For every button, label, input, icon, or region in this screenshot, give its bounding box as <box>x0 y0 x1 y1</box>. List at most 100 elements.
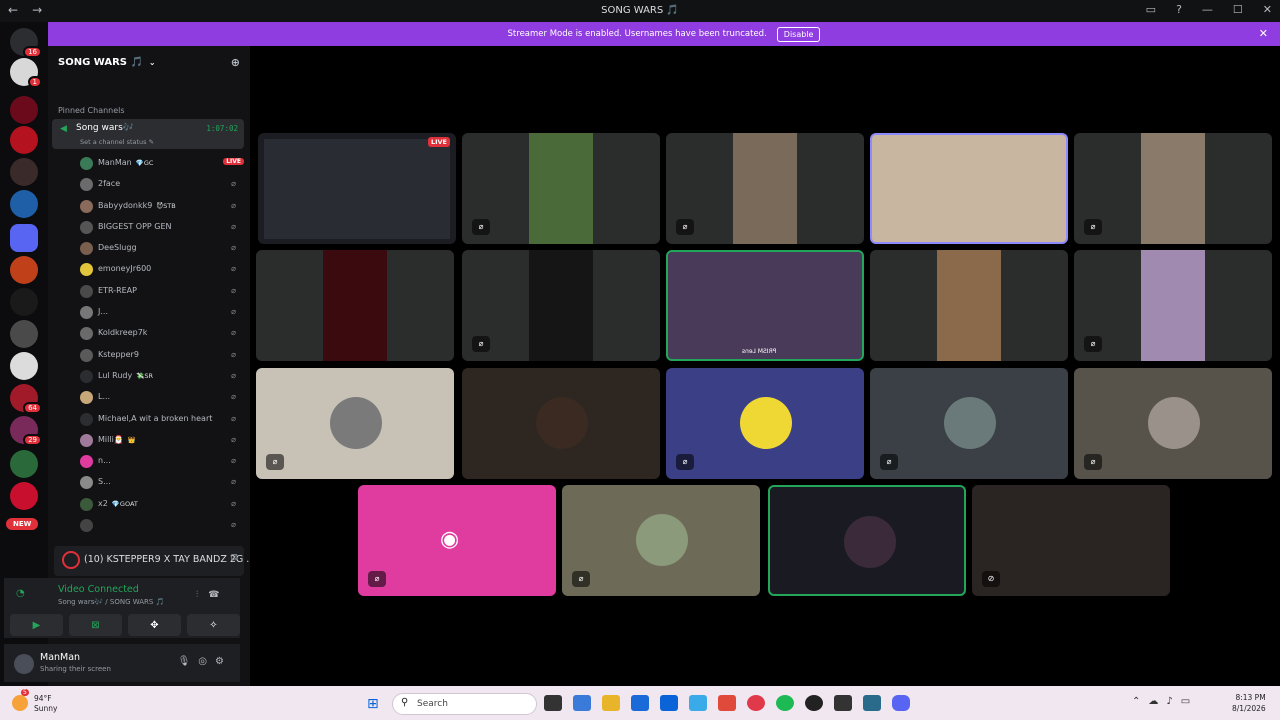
outlook-icon[interactable] <box>660 695 678 711</box>
direct-messages-icon[interactable]: 16 <box>10 28 42 58</box>
cloud-icon[interactable]: ☁ <box>1148 696 1166 707</box>
spotify-icon[interactable] <box>776 695 794 711</box>
discord-taskbar-icon[interactable] <box>892 695 910 711</box>
task-view-icon[interactable] <box>544 695 562 711</box>
server-icon[interactable] <box>10 288 38 316</box>
app-icon[interactable] <box>834 695 852 711</box>
voice-member[interactable]: ⌀ <box>48 514 250 535</box>
voice-member[interactable]: emoneyJr600 ⌀ <box>48 258 250 279</box>
start-menu-icon[interactable]: ⊞ <box>367 696 379 712</box>
close-button[interactable]: ✕ <box>1263 3 1272 16</box>
video-tile-speaking[interactable]: PRISM Lens <box>666 250 864 361</box>
username[interactable]: ManMan <box>40 652 80 663</box>
microphone-icon[interactable]: 🎙 <box>178 656 199 667</box>
camera-button[interactable]: ▶ <box>10 614 63 636</box>
screen-share-button[interactable]: ⊠ <box>69 614 122 636</box>
server-icon[interactable] <box>10 482 38 510</box>
network-icon[interactable]: ▭ <box>1181 696 1198 707</box>
chevron-up-icon[interactable]: ⌃ <box>1132 696 1148 707</box>
avatar-tile[interactable]: ◉ ⌀ <box>358 485 556 596</box>
voice-member[interactable]: Lul Rudy 💸SR ⌀ <box>48 365 250 386</box>
server-icon[interactable] <box>10 96 38 124</box>
video-tile[interactable] <box>870 250 1068 361</box>
maximize-button[interactable]: ☐ <box>1233 3 1243 16</box>
minimize-button[interactable]: — <box>1202 3 1213 16</box>
folder-icon[interactable] <box>10 224 38 252</box>
voice-member[interactable]: DeeSlugg ⌀ <box>48 237 250 258</box>
help-icon[interactable]: ? <box>1176 3 1182 16</box>
avatar-tile[interactable]: ⊘ <box>972 485 1170 596</box>
server-icon[interactable] <box>10 256 38 284</box>
server-icon[interactable] <box>10 126 38 154</box>
disable-button[interactable]: Disable <box>776 26 821 42</box>
search-box[interactable]: ⚲ Search <box>392 693 537 715</box>
app-icon[interactable] <box>718 695 736 711</box>
file-explorer-icon[interactable] <box>602 695 620 711</box>
video-tile[interactable]: ⌀ <box>666 133 864 244</box>
signal-icon[interactable]: ◔ <box>16 588 25 599</box>
voice-member[interactable]: ManMan 💎GC LIVE <box>48 152 250 173</box>
invite-people-icon[interactable]: ⊕ <box>231 56 240 69</box>
voice-member[interactable]: Kstepper9 ⌀ <box>48 344 250 365</box>
new-unreads-pill[interactable]: NEW <box>6 518 39 530</box>
video-tile[interactable]: ⌀ <box>1074 250 1272 361</box>
server-icon[interactable] <box>10 320 38 348</box>
avatar-tile[interactable] <box>462 368 660 479</box>
video-tile[interactable]: ⌀ <box>462 133 660 244</box>
server-icon[interactable] <box>10 158 38 186</box>
voice-member[interactable]: Babyydonkk9 😈STB ⌀ <box>48 195 250 216</box>
noise-suppression-icon[interactable]: ⫶ <box>196 590 208 600</box>
settings-gear-icon[interactable]: ⚙ <box>215 656 232 667</box>
server-icon[interactable] <box>10 450 38 478</box>
close-icon[interactable]: ✕ <box>1259 27 1268 40</box>
avatar-tile[interactable]: ⌀ <box>562 485 760 596</box>
avatar-tile[interactable]: ⌀ <box>666 368 864 479</box>
disconnect-icon[interactable]: ☎ <box>208 590 229 600</box>
opera-icon[interactable] <box>747 695 765 711</box>
video-tile-selected[interactable] <box>870 133 1068 244</box>
server-icon[interactable]: 1 <box>10 58 42 88</box>
server-header[interactable]: SONG WARS 🎵 ⌄ ⊕ <box>48 46 250 78</box>
voice-member[interactable]: L... ⌀ <box>48 386 250 407</box>
app-icon[interactable] <box>863 695 881 711</box>
voice-member[interactable]: 2face ⌀ <box>48 173 250 194</box>
server-icon[interactable] <box>10 352 38 380</box>
close-stream-icon[interactable]: ⊠ <box>230 553 238 563</box>
voice-member[interactable]: Milli🎅 👑 ⌀ <box>48 429 250 450</box>
voice-channel-song-wars[interactable]: ◀ Song wars🎶 Set a channel status ✎ 1:07… <box>52 119 244 149</box>
activities-button[interactable]: ✥ <box>128 614 181 636</box>
voice-member[interactable]: BIGGEST OPP GEN ⌀ <box>48 216 250 237</box>
soundboard-button[interactable]: ✧ <box>187 614 240 636</box>
voice-member[interactable]: Koldkreep7k ⌀ <box>48 322 250 343</box>
widgets-icon[interactable] <box>573 695 591 711</box>
headphones-icon[interactable]: ◎ <box>198 656 215 667</box>
voice-member[interactable]: S... ⌀ <box>48 471 250 492</box>
voice-status-sub[interactable]: Song wars🎶 / SONG WARS 🎵 <box>58 598 164 606</box>
clock[interactable]: 8:13 PM 8/1/2026 <box>1232 692 1266 714</box>
video-tile-screenshare[interactable]: LIVE <box>258 133 456 244</box>
video-tile[interactable] <box>256 250 454 361</box>
app-icon[interactable] <box>689 695 707 711</box>
voice-member[interactable]: n... ⌀ <box>48 450 250 471</box>
avatar[interactable] <box>14 654 34 674</box>
voice-status-title[interactable]: Video Connected <box>58 584 139 595</box>
server-icon[interactable]: 29 <box>10 416 42 446</box>
video-tile[interactable]: ⌀ <box>1074 133 1272 244</box>
voice-member[interactable]: ETR-REAP ⌀ <box>48 280 250 301</box>
avatar-tile[interactable]: ⌀ <box>256 368 454 479</box>
stream-preview-row[interactable]: (10) KSTEPPER9 X TAY BANDZ 2G ... ⊠ <box>54 546 255 576</box>
avatar-tile-speaking[interactable] <box>768 485 966 596</box>
store-icon[interactable] <box>631 695 649 711</box>
server-icon[interactable] <box>10 190 38 218</box>
voice-member[interactable]: x2 💎GOAT ⌀ <box>48 493 250 514</box>
voice-member[interactable]: J... ⌀ <box>48 301 250 322</box>
video-tile[interactable]: ⌀ <box>462 250 660 361</box>
mic-tray-icon[interactable]: ♪ <box>1166 696 1180 707</box>
voice-member[interactable]: Michael,A wit a broken heart ⌀ <box>48 408 250 429</box>
server-icon[interactable]: 64 <box>10 384 42 414</box>
inbox-icon[interactable]: ▭ <box>1146 3 1156 16</box>
channel-status[interactable]: Set a channel status ✎ <box>80 138 154 146</box>
avatar-tile[interactable]: ⌀ <box>1074 368 1272 479</box>
app-icon[interactable] <box>805 695 823 711</box>
avatar-tile[interactable]: ⌀ <box>870 368 1068 479</box>
